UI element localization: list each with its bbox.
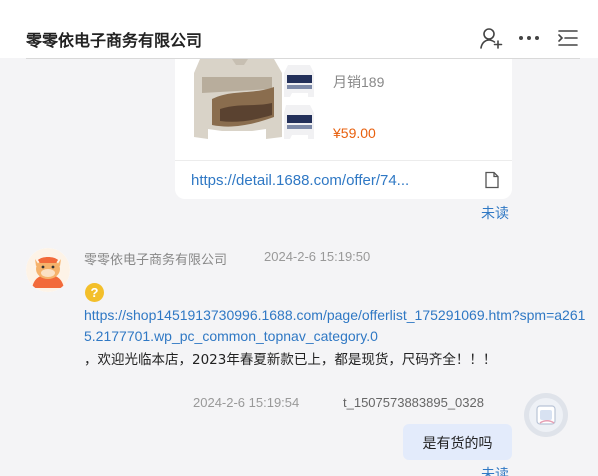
product-thumbnail[interactable] — [192, 59, 316, 143]
user-avatar[interactable] — [524, 393, 568, 437]
menu-list-icon[interactable] — [556, 26, 580, 50]
product-price: ¥59.00 — [333, 125, 376, 141]
card-divider — [175, 160, 512, 161]
sender-name: 零零依电子商务有限公司 — [84, 253, 228, 268]
copy-link-icon[interactable] — [484, 171, 500, 189]
outgoing-username: t_1507573883895_0328 — [343, 395, 484, 410]
outgoing-message-bubble[interactable]: 是有货的吗 — [403, 424, 512, 460]
shop-link[interactable]: https://shop1451913730996.1688.com/page/… — [84, 305, 594, 347]
unread-status-outgoing: 未读 — [481, 466, 509, 476]
message-time: 2024-2-6 15:19:50 — [264, 249, 371, 264]
product-card[interactable]: 月销189 ¥59.00 https://detail.1688.com/off… — [175, 59, 512, 199]
message-text: ，欢迎光临本店，2023年春夏新款已上，都是现货，尺码齐全！！！ — [84, 352, 497, 368]
outgoing-message-text: 是有货的吗 — [422, 436, 493, 452]
more-icon[interactable] — [517, 26, 541, 50]
chat-title: 零零依电子商务有限公司 — [26, 31, 203, 50]
sender-avatar[interactable] — [26, 248, 70, 292]
outgoing-message-time: 2024-2-6 15:19:54 — [193, 395, 300, 410]
question-emoji-icon: ? — [85, 283, 104, 302]
add-contact-icon[interactable] — [479, 26, 503, 50]
chat-header: 零零依电子商务有限公司 — [0, 0, 598, 59]
product-link[interactable]: https://detail.1688.com/offer/74... — [191, 172, 409, 189]
unread-status: 未读 — [481, 205, 509, 221]
chat-window: 零零依电子商务有限公司 月销189 ¥59.00 https://detail.… — [0, 0, 598, 476]
product-monthly-sales: 月销189 — [333, 74, 385, 90]
